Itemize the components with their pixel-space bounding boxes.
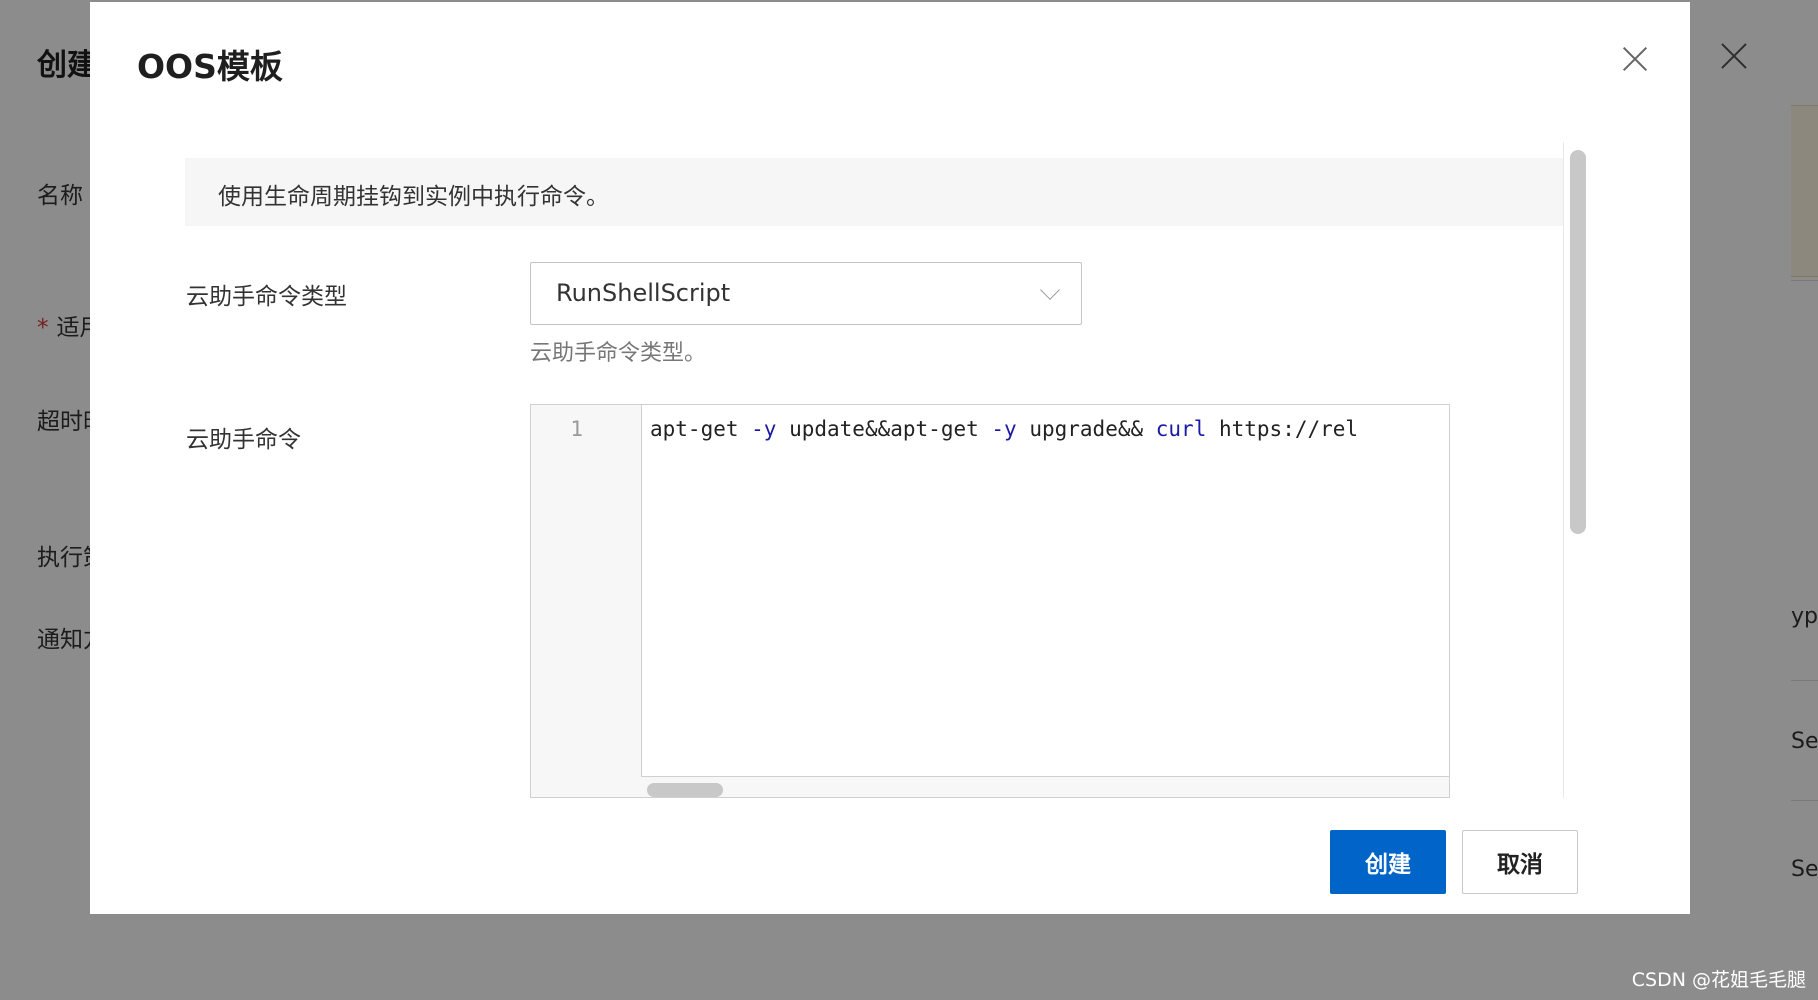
oos-template-dialog: OOS模板 使用生命周期挂钩到实例中执行命令。 云助手命令类型 RunShell…	[90, 2, 1690, 914]
create-button[interactable]: 创建	[1330, 830, 1446, 894]
command-type-select[interactable]: RunShellScript	[530, 262, 1082, 325]
dialog-scroll-area: 使用生命周期挂钩到实例中执行命令。 云助手命令类型 RunShellScript…	[185, 142, 1595, 798]
code-keyword: -y	[991, 417, 1017, 441]
editor-horizontal-scrollbar[interactable]	[647, 783, 723, 797]
command-type-label: 云助手命令类型	[186, 284, 347, 310]
close-icon[interactable]	[1622, 46, 1648, 72]
chevron-down-icon	[1040, 280, 1060, 300]
command-type-value: RunShellScript	[556, 279, 731, 307]
info-box: 使用生命周期挂钩到实例中执行命令。	[185, 158, 1565, 226]
line-number: 1	[531, 405, 641, 797]
command-type-help: 云助手命令类型。	[530, 341, 707, 366]
code-text: update&&apt-get	[776, 417, 992, 441]
command-code-editor[interactable]: 1 apt-get -y update&&apt-get -y upgrade&…	[530, 404, 1450, 798]
dialog-vertical-scrollbar[interactable]	[1570, 150, 1586, 534]
code-text: upgrade&&	[1016, 417, 1156, 441]
code-keyword: curl	[1155, 417, 1207, 441]
code-keyword: -y	[751, 417, 777, 441]
code-text: https://rel	[1206, 417, 1359, 441]
code-line[interactable]: apt-get -y update&&apt-get -y upgrade&& …	[641, 405, 1449, 777]
code-text: apt-get	[650, 417, 752, 441]
dialog-title: OOS模板	[137, 47, 283, 86]
cancel-button[interactable]: 取消	[1462, 830, 1578, 894]
command-label: 云助手命令	[186, 427, 301, 453]
watermark: CSDN @花姐毛毛腿	[1631, 969, 1806, 991]
